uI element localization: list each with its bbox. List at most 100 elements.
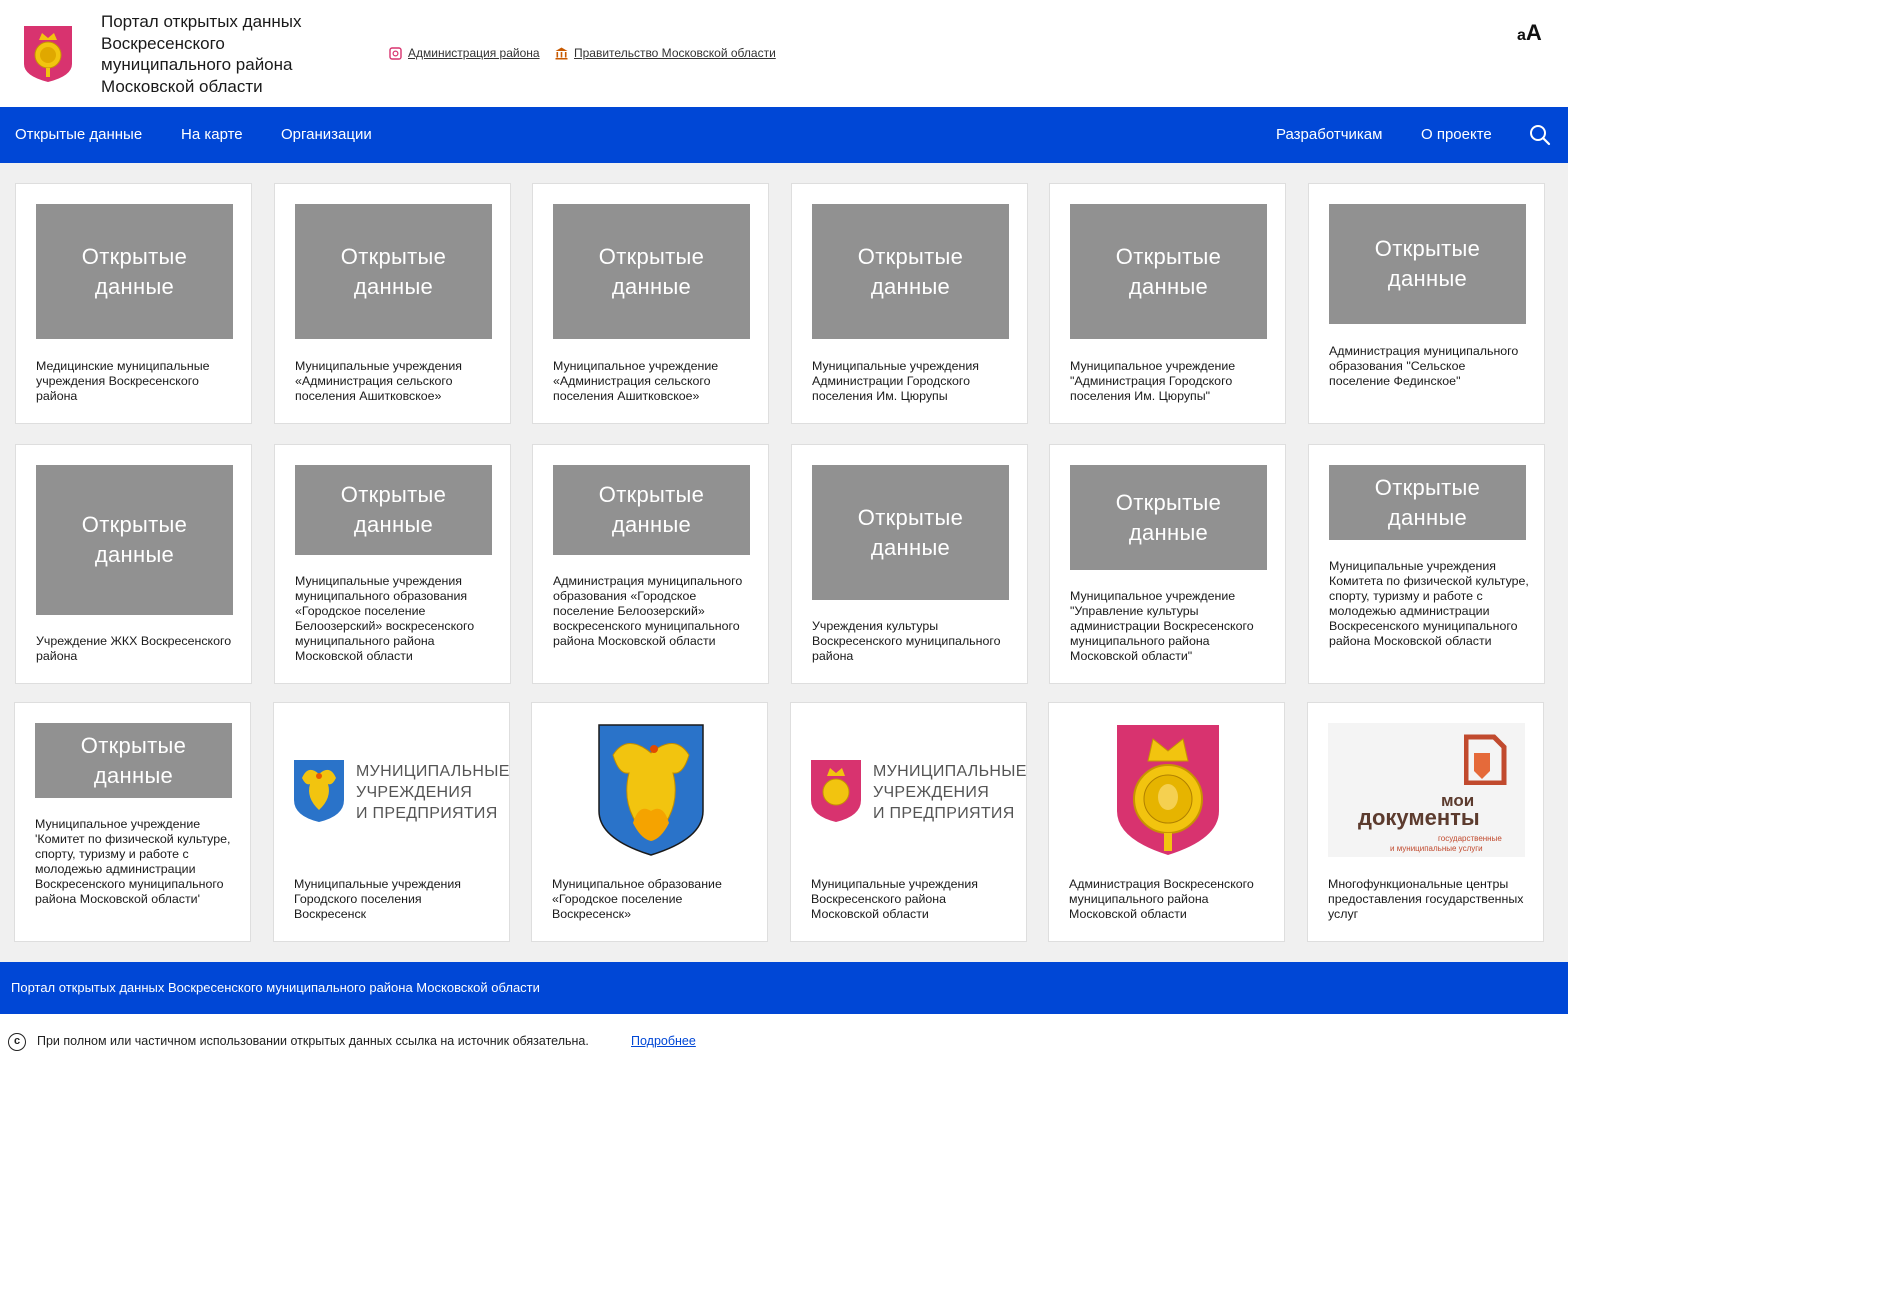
search-icon[interactable] <box>1529 124 1551 146</box>
my-documents-logo-line3: государственные <box>1438 834 1502 843</box>
org-card[interactable]: Муниципальное образование «Городское пос… <box>531 702 768 942</box>
placeholder-line1: Открытые <box>340 482 447 507</box>
my-documents-logo-line2: документы <box>1358 805 1480 830</box>
my-documents-emblem-icon <box>1464 734 1507 785</box>
placeholder-line2: данные <box>870 273 951 299</box>
more-details-link[interactable]: Подробнее <box>631 1034 696 1048</box>
logo-line2: УЧРЕЖДЕНИЯ <box>356 784 473 801</box>
open-data-placeholder-image: Открытые данные <box>295 204 492 339</box>
nav-developers[interactable]: Разработчикам <box>1276 107 1382 163</box>
open-data-placeholder-image: Открытые данные <box>1070 204 1267 339</box>
font-size-small-letter: а <box>1517 27 1526 44</box>
org-card-caption[interactable]: Учреждение ЖКХ Воскресенского района <box>36 634 236 664</box>
open-data-placeholder-image: Открытые данные <box>1329 204 1526 324</box>
placeholder-line2: данные <box>1128 519 1209 545</box>
phoenix-crest-image <box>598 724 704 856</box>
org-card-caption[interactable]: Администрация муниципального образования… <box>553 574 753 649</box>
district-crest-image <box>1117 725 1219 855</box>
nav-on-map[interactable]: На карте <box>181 107 243 163</box>
org-card-caption[interactable]: Муниципальные учреждения Администрации Г… <box>812 359 1012 404</box>
municipal-institutions-logo-text: МУНИЦИПАЛЬНЫЕ УЧРЕЖДЕНИЯ И ПРЕДПРИЯТИЯ <box>356 761 510 824</box>
org-card[interactable]: Открытые данные Муниципальные учреждения … <box>274 444 511 684</box>
org-card-caption[interactable]: Администрация муниципального образования… <box>1329 344 1529 389</box>
open-data-placeholder-image: Открытые данные <box>1070 465 1267 570</box>
org-card[interactable]: Открытые данные Муниципальные учреждения … <box>1308 444 1545 684</box>
placeholder-line1: Открытые <box>598 243 705 269</box>
org-card-caption[interactable]: Муниципальное образование «Городское пос… <box>552 877 752 922</box>
voskresensk-crest-logo <box>294 760 344 822</box>
admin-district-link[interactable]: Администрация района <box>389 46 540 60</box>
logo-line2: УЧРЕЖДЕНИЯ <box>873 784 990 801</box>
org-card[interactable]: МУНИЦИПАЛЬНЫЕ УЧРЕЖДЕНИЯ И ПРЕДПРИЯТИЯ М… <box>273 702 510 942</box>
placeholder-line2: данные <box>94 273 175 299</box>
copyright-text: При полном или частичном использовании о… <box>37 1034 589 1048</box>
my-documents-logo-image: мои документы государственные и муниципа… <box>1328 723 1525 857</box>
org-card-caption[interactable]: Муниципальные учреждения Воскресенского … <box>811 877 1011 922</box>
logo-line1: МУНИЦИПАЛЬНЫЕ <box>356 763 510 780</box>
org-card-caption[interactable]: Администрация Воскресенского муниципальн… <box>1069 877 1269 922</box>
org-card-caption[interactable]: Муниципальное учреждение «Администрация … <box>553 359 753 404</box>
government-building-icon <box>555 47 568 59</box>
copyright-icon: c <box>8 1033 26 1051</box>
placeholder-line1: Открытые <box>1374 474 1481 500</box>
org-card[interactable]: Открытые данные Учреждения культуры Воскр… <box>791 444 1028 684</box>
placeholder-line2: данные <box>870 534 951 560</box>
org-card[interactable]: Администрация Воскресенского муниципальн… <box>1048 702 1285 942</box>
org-card[interactable]: Открытые данные Муниципальные учреждения … <box>791 183 1028 424</box>
org-card-caption[interactable]: Многофункциональные центры предоставлени… <box>1328 877 1528 922</box>
my-documents-logo-line4: и муниципальные услуги <box>1390 844 1483 853</box>
logo-line3: И ПРЕДПРИЯТИЯ <box>356 805 498 822</box>
footer-title: Портал открытых данных Воскресенского му… <box>11 980 540 995</box>
main-nav: Открытые данные На карте Организации Раз… <box>0 107 1568 163</box>
district-crest-logo[interactable] <box>22 24 74 84</box>
open-data-placeholder-image: Открытые данные <box>1329 465 1526 540</box>
org-card-caption[interactable]: Муниципальное учреждение 'Комитет по физ… <box>35 817 235 907</box>
org-card-caption[interactable]: Медицинские муниципальные учреждения Вос… <box>36 359 236 404</box>
placeholder-line1: Открытые <box>81 243 188 269</box>
placeholder-line1: Открытые <box>80 732 187 758</box>
org-card-caption[interactable]: Муниципальное учреждение "Администрация … <box>1070 359 1270 404</box>
copyright-notice: c При полном или частичном использовании… <box>0 1014 1568 1072</box>
org-card[interactable]: Открытые данные Муниципальные учреждения … <box>274 183 511 424</box>
placeholder-line1: Открытые <box>1115 489 1222 515</box>
org-card[interactable]: Открытые данные Муниципальное учреждение … <box>1049 444 1286 684</box>
logo-line1: МУНИЦИПАЛЬНЫЕ <box>873 763 1027 780</box>
placeholder-line2: данные <box>1128 273 1209 299</box>
org-card[interactable]: Открытые данные Муниципальное учреждение … <box>1049 183 1286 424</box>
org-card[interactable]: Открытые данные Администрация муниципальн… <box>532 444 769 684</box>
moscow-region-government-link-label[interactable]: Правительство Московской области <box>574 46 776 60</box>
org-card[interactable]: МУНИЦИПАЛЬНЫЕ УЧРЕЖДЕНИЯ И ПРЕДПРИЯТИЯ М… <box>790 702 1027 942</box>
org-card-caption[interactable]: Муниципальные учреждения муниципального … <box>295 574 495 664</box>
placeholder-line1: Открытые <box>340 243 447 269</box>
org-card[interactable]: Открытые данные Муниципальное учреждение … <box>532 183 769 424</box>
org-card[interactable]: Открытые данные Учреждение ЖКХ Воскресенс… <box>15 444 252 684</box>
open-data-placeholder-image: Открытые данные <box>553 204 750 339</box>
font-size-toggle[interactable]: аА <box>1517 20 1542 46</box>
open-data-placeholder-image: Открытые данные <box>812 204 1009 339</box>
municipal-institutions-logo-text: МУНИЦИПАЛЬНЫЕ УЧРЕЖДЕНИЯ И ПРЕДПРИЯТИЯ <box>873 761 1027 824</box>
placeholder-line1: Открытые <box>1115 243 1222 269</box>
org-card-caption[interactable]: Муниципальное учреждение "Управление кул… <box>1070 589 1270 664</box>
placeholder-line1: Открытые <box>81 512 188 537</box>
org-card-caption[interactable]: Учреждения культуры Воскресенского муниц… <box>812 619 1012 664</box>
nav-organizations[interactable]: Организации <box>281 107 372 163</box>
open-data-placeholder-image: Открытые данные <box>553 465 750 555</box>
font-size-big-letter: А <box>1525 20 1542 45</box>
nav-about[interactable]: О проекте <box>1421 107 1492 163</box>
placeholder-line1: Открытые <box>857 243 964 269</box>
org-card-caption[interactable]: Муниципальные учреждения Комитета по физ… <box>1329 559 1529 649</box>
org-card[interactable]: Открытые данные Администрация муниципальн… <box>1308 183 1545 424</box>
placeholder-line2: данные <box>1387 266 1468 291</box>
site-title[interactable]: Портал открытых данных Воскресенского му… <box>101 11 341 97</box>
organizations-grid: Открытые данные Медицинские муниципальные… <box>0 163 1568 962</box>
nav-open-data[interactable]: Открытые данные <box>15 107 142 163</box>
org-card-caption[interactable]: Муниципальные учреждения Городского посе… <box>294 877 494 922</box>
org-card[interactable]: Открытые данные Муниципальное учреждение … <box>14 702 251 942</box>
org-card[interactable]: Открытые данные Медицинские муниципальные… <box>15 183 252 424</box>
org-card-caption[interactable]: Муниципальные учреждения «Администрация … <box>295 359 495 404</box>
moscow-region-government-link[interactable]: Правительство Московской области <box>555 46 776 60</box>
org-card[interactable]: мои документы государственные и муниципа… <box>1307 702 1544 942</box>
placeholder-line1: Открытые <box>598 482 705 507</box>
placeholder-line2: данные <box>93 762 174 788</box>
admin-district-link-label[interactable]: Администрация района <box>408 46 540 60</box>
